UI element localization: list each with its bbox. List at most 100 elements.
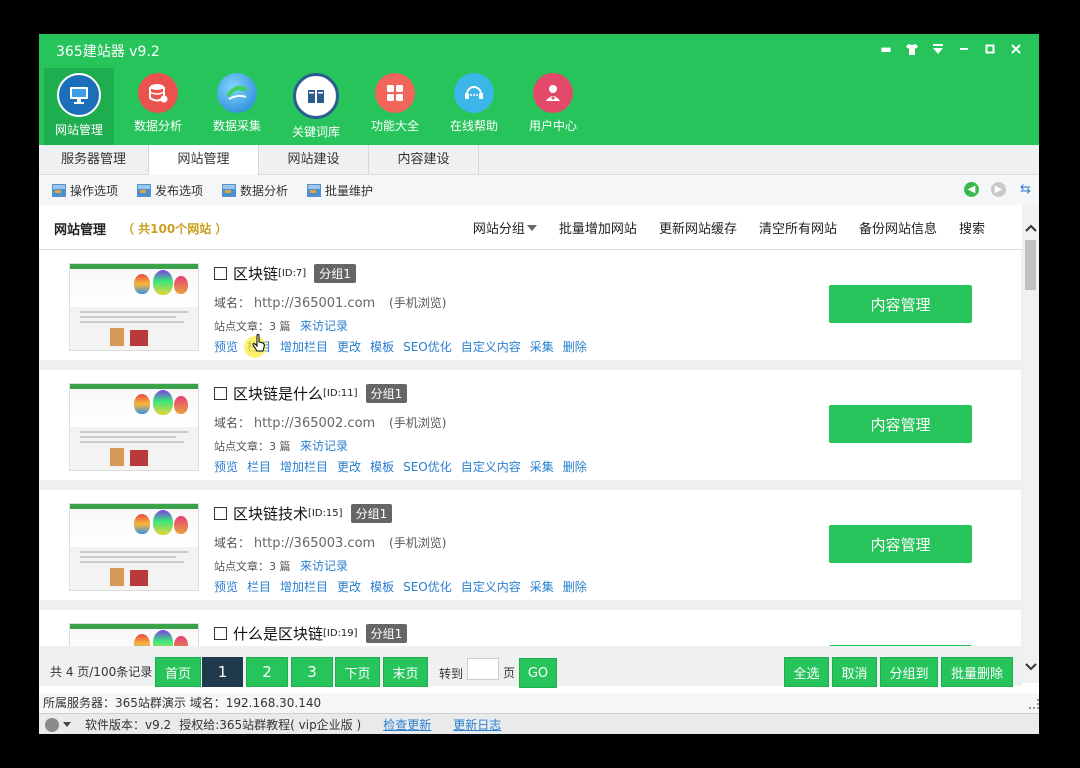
nav-keyword-library[interactable]: 关键词库 [281,68,351,145]
toolbar-operation-options[interactable]: 操作选项 [52,182,118,199]
maximize-icon[interactable] [977,38,1003,60]
nav-user-center[interactable]: 用户中心 [518,68,588,145]
settings-gear-icon[interactable] [45,717,59,732]
batch-add-sites-button[interactable]: 批量增加网站 [559,218,637,237]
nav-online-help[interactable]: 在线帮助 [439,68,509,145]
content-manage-button[interactable]: 内容管理 [829,525,972,563]
tab-content-building[interactable]: 内容建设 [369,145,479,174]
visit-log-link[interactable]: 来访记录 [300,559,348,573]
tab-server-management[interactable]: 服务器管理 [39,145,149,174]
forward-icon[interactable]: ▶ [991,182,1006,197]
page-1-button[interactable]: 1 [202,657,243,687]
changelog-link[interactable]: 更新日志 [453,716,501,733]
domain-url[interactable]: http://365003.com [254,536,375,551]
site-thumbnail[interactable] [69,623,199,646]
site-name[interactable]: 区块链技术 [233,503,308,524]
toolbar-publish-options[interactable]: 发布选项 [137,182,203,199]
domain-url[interactable]: http://365002.com [254,416,375,431]
content-manage-button[interactable]: 内容管理 [829,405,972,443]
menu-icon[interactable] [925,38,951,60]
row-action-link[interactable]: 预览 [214,578,238,595]
site-checkbox[interactable] [214,387,227,400]
row-action-link[interactable]: 模板 [370,458,394,475]
row-action-link[interactable]: 栏目 [247,458,271,475]
skin-icon[interactable] [899,38,925,60]
back-icon[interactable]: ◀ [964,182,979,197]
row-action-link[interactable]: 增加栏目 [280,458,328,475]
row-action-link[interactable]: 模板 [370,338,394,355]
close-icon[interactable] [1003,38,1029,60]
row-action-link[interactable]: 更改 [337,458,361,475]
row-action-link[interactable]: 预览 [214,338,238,355]
row-action-link[interactable]: 增加栏目 [280,338,328,355]
group-to-button[interactable]: 分组到 [880,657,938,687]
row-action-link[interactable]: 栏目 [247,578,271,595]
next-page-button[interactable]: 下页 [335,657,380,687]
refresh-icon[interactable]: ⇆ [1018,182,1033,197]
go-button[interactable]: GO [519,658,557,688]
row-action-link[interactable]: 自定义内容 [461,338,521,355]
row-action-link[interactable]: 采集 [530,338,554,355]
cancel-button[interactable]: 取消 [832,657,877,687]
site-checkbox[interactable] [214,507,227,520]
page-3-button[interactable]: 3 [291,657,333,687]
site-thumbnail[interactable] [69,383,199,471]
minimize-icon[interactable] [951,38,977,60]
row-action-link[interactable]: 采集 [530,458,554,475]
visit-log-link[interactable]: 来访记录 [300,319,348,333]
row-action-link[interactable]: 模板 [370,578,394,595]
site-name[interactable]: 什么是区块链 [233,623,323,644]
nav-site-management[interactable]: 网站管理 [44,68,114,145]
nav-data-collection[interactable]: 数据采集 [202,68,272,145]
scroll-up-icon[interactable] [1022,218,1039,238]
site-group-dropdown[interactable]: 网站分组 [473,218,537,237]
mobile-view-link[interactable]: (手机浏览) [389,296,446,310]
select-all-button[interactable]: 全选 [784,657,829,687]
last-page-button[interactable]: 末页 [383,657,428,687]
resize-grip-icon[interactable] [1029,699,1039,709]
row-action-link[interactable]: 更改 [337,578,361,595]
site-thumbnail[interactable] [69,263,199,351]
row-action-link[interactable]: 删除 [563,578,587,595]
update-cache-button[interactable]: 更新网站缓存 [659,218,737,237]
nav-features[interactable]: 功能大全 [360,68,430,145]
search-button[interactable]: 搜索 [959,218,985,237]
row-action-link[interactable]: 更改 [337,338,361,355]
toolbar-data-analysis[interactable]: 数据分析 [222,182,288,199]
backup-sites-button[interactable]: 备份网站信息 [859,218,937,237]
mobile-view-link[interactable]: (手机浏览) [389,536,446,550]
row-action-link[interactable]: SEO优化 [403,338,452,355]
row-action-link[interactable]: 预览 [214,458,238,475]
content-manage-button[interactable]: 内容管理 [829,285,972,323]
toolbar-batch-maintenance[interactable]: 批量维护 [307,182,373,199]
clear-sites-button[interactable]: 清空所有网站 [759,218,837,237]
vertical-scrollbar[interactable] [1022,205,1039,683]
scroll-down-icon[interactable] [1022,657,1039,677]
row-action-link[interactable]: SEO优化 [403,578,452,595]
row-action-link[interactable]: 采集 [530,578,554,595]
row-action-link[interactable]: 删除 [563,338,587,355]
tab-site-building[interactable]: 网站建设 [259,145,369,174]
chevron-down-icon[interactable] [63,722,71,727]
scrollbar-thumb[interactable] [1025,240,1036,290]
row-action-link[interactable]: SEO优化 [403,458,452,475]
site-thumbnail[interactable] [69,503,199,591]
tab-site-management[interactable]: 网站管理 [149,145,259,175]
msg-icon[interactable]: ▬ [873,38,899,60]
visit-log-link[interactable]: 来访记录 [300,439,348,453]
row-action-link[interactable]: 删除 [563,458,587,475]
mobile-view-link[interactable]: (手机浏览) [389,416,446,430]
site-checkbox[interactable] [214,627,227,640]
row-action-link[interactable]: 增加栏目 [280,578,328,595]
site-name[interactable]: 区块链是什么 [233,383,323,404]
check-update-link[interactable]: 检查更新 [383,716,431,733]
page-2-button[interactable]: 2 [246,657,288,687]
domain-url[interactable]: http://365001.com [254,296,375,311]
row-action-link[interactable]: 自定义内容 [461,578,521,595]
batch-delete-button[interactable]: 批量删除 [941,657,1013,687]
site-name[interactable]: 区块链 [233,263,278,284]
first-page-button[interactable]: 首页 [155,657,201,687]
goto-page-input[interactable] [467,658,499,680]
site-checkbox[interactable] [214,267,227,280]
nav-data-analysis[interactable]: 数据分析 [123,68,193,145]
